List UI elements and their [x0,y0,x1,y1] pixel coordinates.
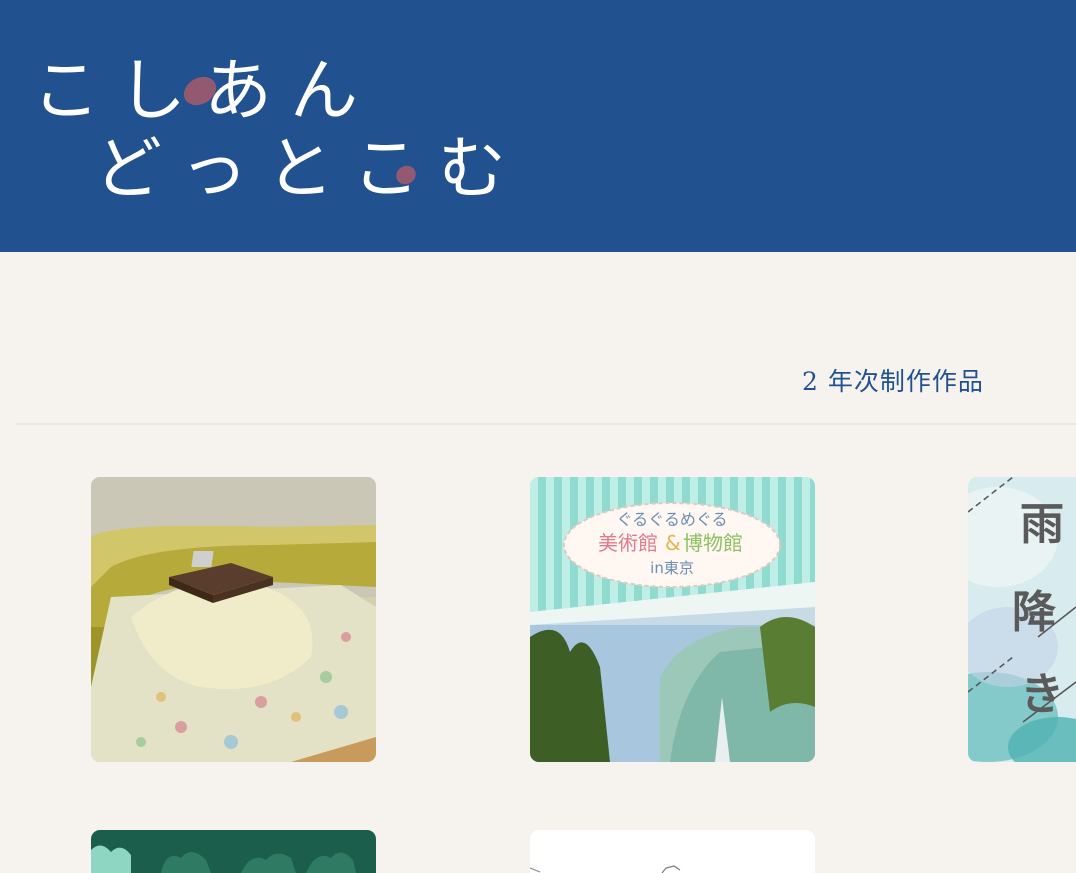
logo-line-2: どっとこむ [94,130,525,209]
kotatsu-room-image [91,477,376,762]
sketch-image [530,830,815,873]
forest-image [91,830,376,873]
work-card-forest[interactable] [91,830,376,873]
work-card-kotatsu[interactable] [91,477,376,762]
site-logo[interactable]: こしあん どっとこむ [0,0,506,252]
work-card-sketch[interactable] [530,830,815,873]
poem-char-3: き [1020,669,1064,720]
banner-line-2a: 美術館 [598,531,658,555]
banner-line-1: ぐるぐるめぐる [616,510,727,529]
banner-line-2b: 博物館 [683,531,743,555]
banner-line-2-amp: & [665,531,681,555]
section-divider [15,423,1076,425]
banner-line-3: in東京 [650,559,694,577]
museum-building-image: ぐるぐるめぐる 美術館 & 博物館 in東京 [530,477,815,762]
site-header: こしあん どっとこむ [0,0,1076,252]
work-card-rain[interactable]: 雨 降 き [968,477,1076,762]
rain-text-image: 雨 降 き [968,477,1076,762]
section-title: 2 年次制作作品 [802,367,984,396]
poem-char-2: 降 [1012,587,1056,638]
work-card-museum[interactable]: ぐるぐるめぐる 美術館 & 博物館 in東京 [530,477,815,762]
poem-char-1: 雨 [1020,499,1064,550]
